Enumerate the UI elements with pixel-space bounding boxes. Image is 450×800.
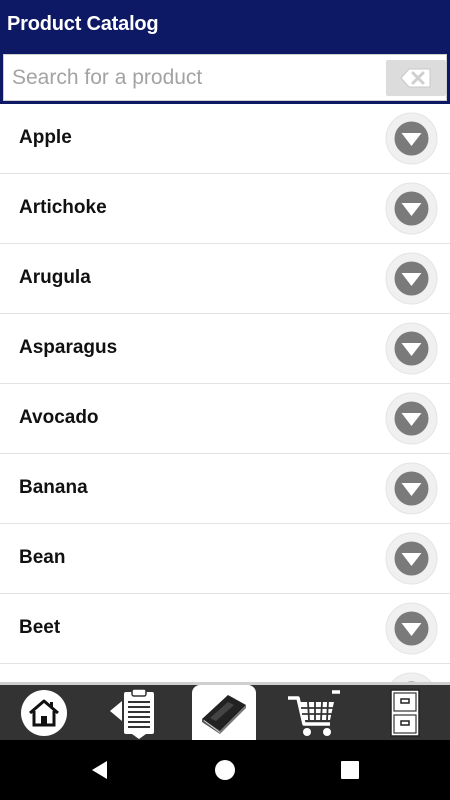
product-name: Arugula — [19, 267, 91, 288]
product-name: Bean — [19, 547, 66, 568]
product-list: Apple Artichoke Arugula Asparagus Avocado Ban… — [0, 104, 450, 682]
expand-product-button[interactable] — [385, 672, 438, 682]
expand-product-button[interactable] — [385, 252, 438, 305]
expand-product-button[interactable] — [385, 392, 438, 445]
back-triangle-icon — [92, 761, 107, 779]
nav-back-button[interactable] — [70, 740, 130, 800]
product-row[interactable]: Apple — [0, 104, 450, 174]
tab-records[interactable] — [372, 685, 450, 740]
tab-home[interactable] — [0, 685, 87, 740]
product-row[interactable]: Avocado — [0, 384, 450, 454]
product-row[interactable]: Asparagus — [0, 314, 450, 384]
recents-square-icon — [341, 761, 359, 779]
product-row[interactable]: Arugula — [0, 244, 450, 314]
product-name: Asparagus — [19, 337, 118, 358]
expand-product-button[interactable] — [385, 462, 438, 515]
product-row[interactable]: Bean — [0, 524, 450, 594]
system-navigation-bar — [0, 740, 450, 800]
product-row[interactable]: Banana — [0, 454, 450, 524]
product-name: Artichoke — [19, 197, 107, 218]
expand-chevron-icon — [385, 602, 438, 655]
product-row-partial[interactable] — [0, 664, 450, 682]
product-name: Avocado — [19, 407, 99, 428]
tab-catalog[interactable] — [192, 685, 256, 740]
expand-product-button[interactable] — [385, 322, 438, 375]
clipboard-list-icon — [110, 688, 154, 739]
shopping-cart-icon — [288, 690, 340, 736]
product-row[interactable]: Artichoke — [0, 174, 450, 244]
expand-chevron-icon — [385, 462, 438, 515]
search-input[interactable] — [12, 63, 372, 93]
page-title: Product Catalog — [7, 13, 159, 35]
expand-chevron-icon — [391, 672, 432, 682]
expand-chevron-icon — [385, 112, 438, 165]
file-cabinet-icon — [390, 689, 420, 737]
nav-recents-button[interactable] — [320, 740, 380, 800]
tab-cart[interactable] — [270, 685, 360, 740]
expand-chevron-icon — [385, 252, 438, 305]
home-circle-icon — [215, 760, 235, 780]
expand-chevron-icon — [385, 532, 438, 585]
tab-order-list[interactable] — [100, 685, 188, 740]
expand-chevron-icon — [385, 392, 438, 445]
nav-home-button[interactable] — [195, 740, 255, 800]
expand-product-button[interactable] — [385, 532, 438, 585]
expand-chevron-icon — [385, 322, 438, 375]
backspace-clear-icon — [400, 68, 431, 88]
product-name: Apple — [19, 127, 72, 148]
expand-product-button[interactable] — [385, 602, 438, 655]
home-icon — [21, 690, 67, 736]
expand-product-button[interactable] — [385, 112, 438, 165]
catalog-book-icon — [202, 695, 246, 734]
product-name: Banana — [19, 477, 88, 498]
expand-product-button[interactable] — [385, 182, 438, 235]
bottom-tab-bar — [0, 682, 450, 740]
expand-chevron-icon — [385, 182, 438, 235]
clear-search-button[interactable] — [386, 60, 446, 96]
search-bar — [0, 51, 450, 104]
search-field-container — [3, 54, 447, 101]
app-header: Product Catalog — [0, 0, 450, 51]
product-name: Beet — [19, 617, 61, 638]
product-row[interactable]: Beet — [0, 594, 450, 664]
